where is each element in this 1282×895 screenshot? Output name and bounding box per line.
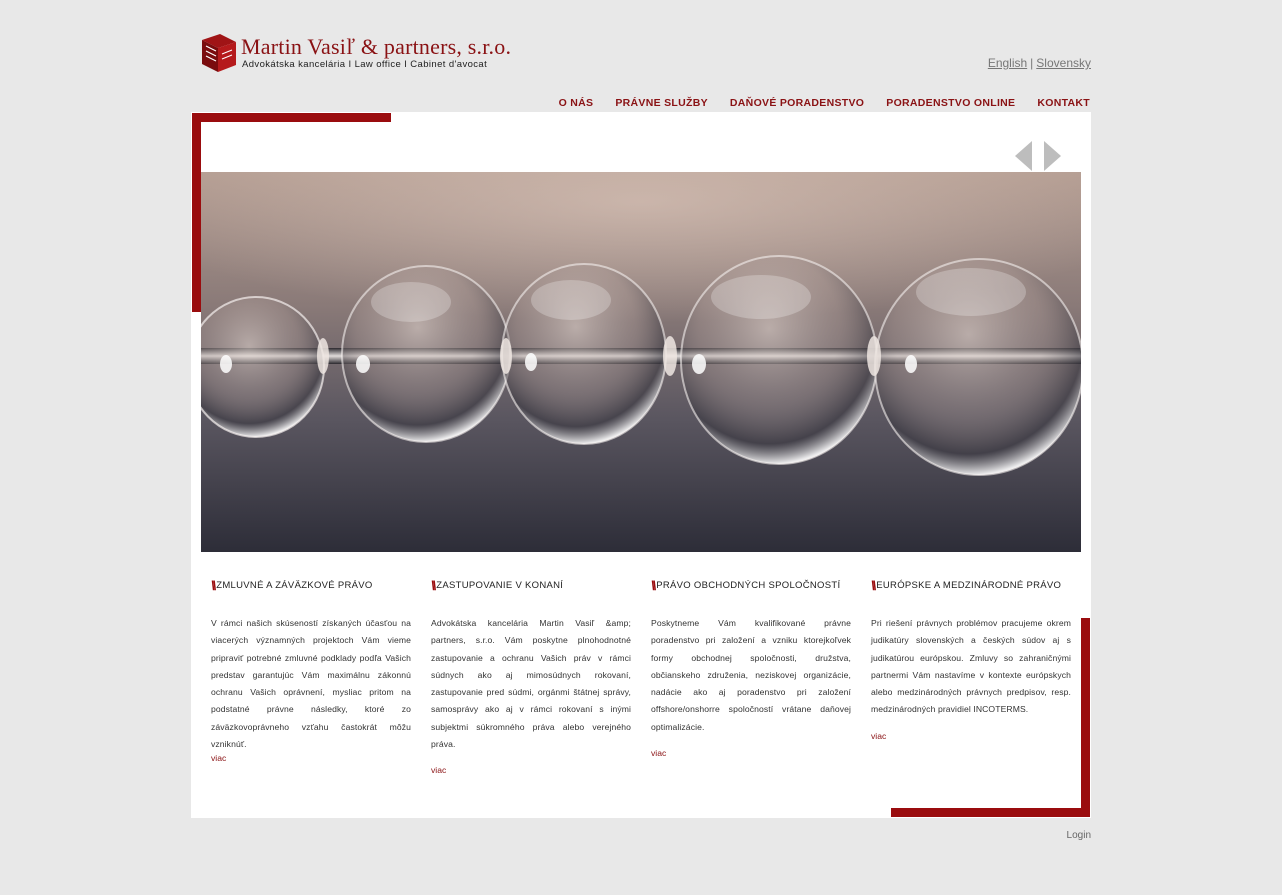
- lang-english-link[interactable]: English: [988, 56, 1027, 70]
- frame-accent-left: [192, 113, 201, 312]
- service-description: Pri riešení právnych problémov pracujeme…: [871, 618, 1071, 715]
- language-switch: English | Slovensky: [988, 56, 1091, 70]
- frame-accent-top: [192, 113, 391, 122]
- main-nav: O NÁS PRÁVNE SLUŽBY DAŇOVÉ PORADENSTVO P…: [537, 97, 1090, 109]
- more-link[interactable]: viac: [871, 731, 1071, 741]
- logo-book-icon: [202, 34, 236, 72]
- arrow-left-icon[interactable]: [1015, 141, 1032, 171]
- service-column-european-law: \\ EURÓPSKE A MEDZINÁRODNÉ PRÁVO Pri rieš…: [871, 578, 1071, 741]
- nav-item-kontakt[interactable]: KONTAKT: [1037, 97, 1090, 109]
- more-link[interactable]: viac: [431, 765, 631, 775]
- service-title-text: EURÓPSKE A MEDZINÁRODNÉ PRÁVO: [876, 580, 1062, 591]
- page: Martin Vasiľ & partners, s.r.o. Advokáts…: [0, 0, 1282, 895]
- slider-controls: [1015, 141, 1063, 173]
- service-description: Poskytneme Vám kvalifikované právne pora…: [651, 618, 851, 732]
- frame-accent-bottom: [891, 808, 1090, 817]
- service-column-corporate-law: \\ PRÁVO OBCHODNÝCH SPOLOČNOSTÍ Poskytnem…: [651, 578, 851, 758]
- login-link[interactable]: Login: [1067, 830, 1091, 841]
- service-title-text: ZMLUVNÉ A ZÁVÄZKOVÉ PRÁVO: [216, 580, 373, 591]
- logo[interactable]: Martin Vasiľ & partners, s.r.o. Advokáts…: [198, 32, 511, 76]
- hero-image: [201, 172, 1081, 552]
- lang-separator: |: [1030, 56, 1034, 70]
- frame-accent-right: [1081, 618, 1090, 817]
- service-title: \\ ZASTUPOVANIE V KONANÍ: [431, 578, 631, 593]
- slash-icon: \\: [211, 578, 216, 593]
- nav-item-pravne-sluzby[interactable]: PRÁVNE SLUŽBY: [615, 97, 708, 109]
- arrow-right-icon[interactable]: [1044, 141, 1061, 171]
- nav-item-danove-poradenstvo[interactable]: DAŇOVÉ PORADENSTVO: [730, 97, 864, 109]
- logo-name: Martin Vasiľ & partners, s.r.o.: [241, 34, 512, 59]
- more-link[interactable]: viac: [211, 753, 411, 763]
- logo-tagline: Advokátska kancelária I Law office I Cab…: [242, 59, 488, 70]
- service-column-representation: \\ ZASTUPOVANIE V KONANÍ Advokátska kance…: [431, 578, 631, 775]
- service-description: V rámci našich skúseností získaných účas…: [211, 618, 411, 750]
- slash-icon: \\: [431, 578, 436, 593]
- nav-item-o-nas[interactable]: O NÁS: [559, 97, 594, 109]
- lang-slovak-link[interactable]: Slovensky: [1036, 56, 1091, 70]
- slash-icon: \\: [871, 578, 876, 593]
- service-title-text: PRÁVO OBCHODNÝCH SPOLOČNOSTÍ: [656, 580, 841, 591]
- service-title-text: ZASTUPOVANIE V KONANÍ: [436, 580, 564, 591]
- service-title: \\ EURÓPSKE A MEDZINÁRODNÉ PRÁVO: [871, 578, 1071, 593]
- service-title: \\ ZMLUVNÉ A ZÁVÄZKOVÉ PRÁVO: [211, 578, 411, 593]
- more-link[interactable]: viac: [651, 748, 851, 758]
- service-title: \\ PRÁVO OBCHODNÝCH SPOLOČNOSTÍ: [651, 578, 851, 593]
- nav-item-poradenstvo-online[interactable]: PORADENSTVO ONLINE: [886, 97, 1015, 109]
- service-description: Advokátska kancelária Martin Vasiľ &amp;…: [431, 618, 631, 750]
- glass-spheres-image: [201, 172, 1081, 552]
- service-column-contract-law: \\ ZMLUVNÉ A ZÁVÄZKOVÉ PRÁVO V rámci naši…: [211, 578, 411, 763]
- slash-icon: \\: [651, 578, 656, 593]
